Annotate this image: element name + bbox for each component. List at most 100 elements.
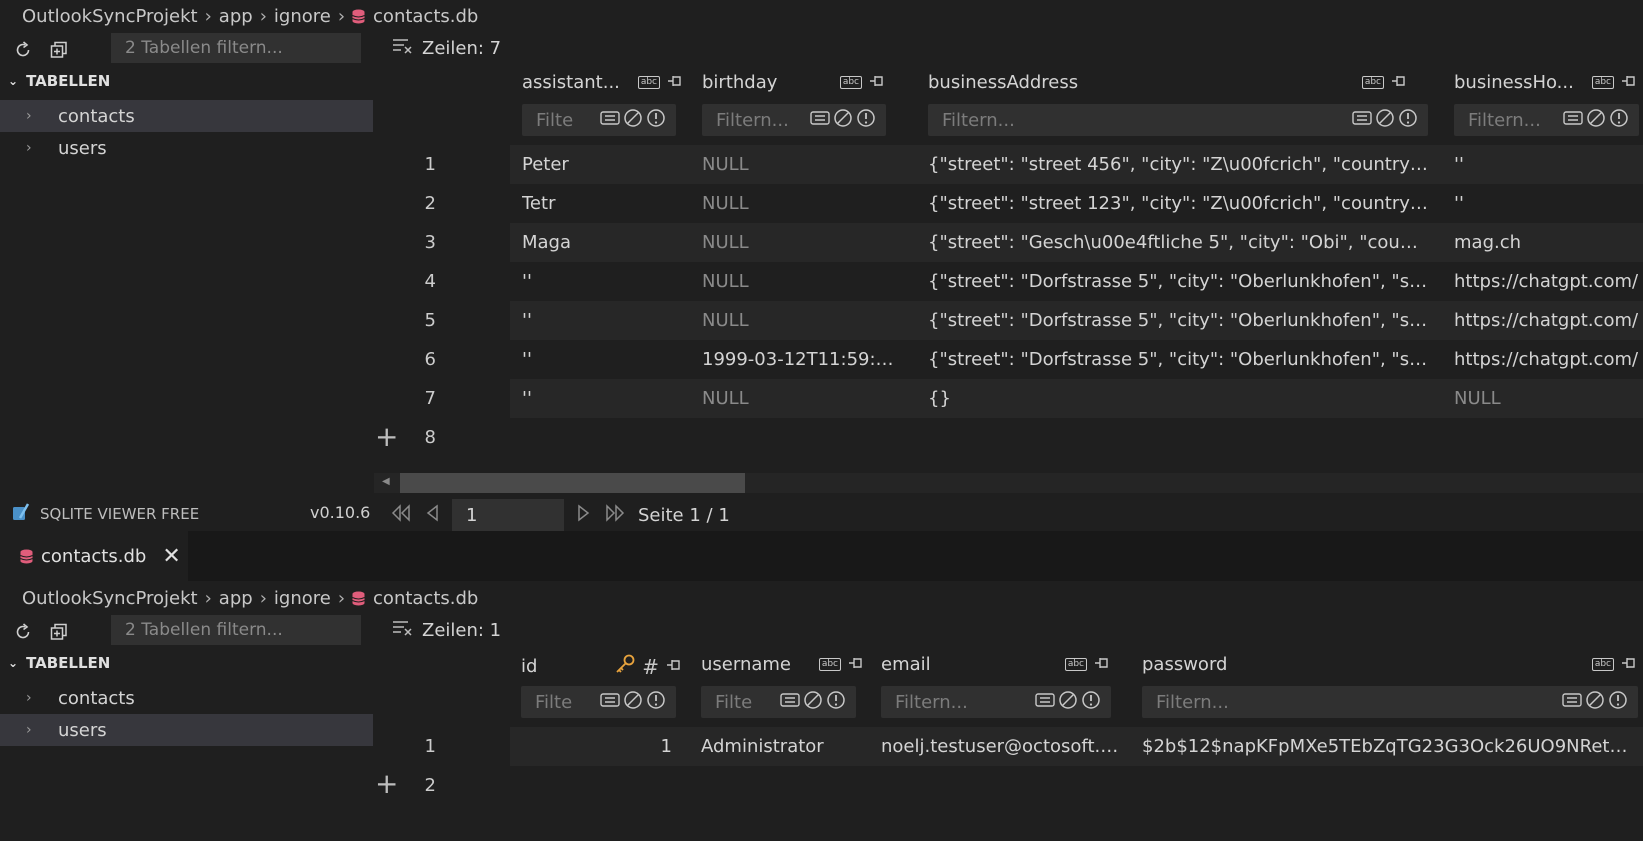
- tables-section-header[interactable]: ⌄ TABELLEN: [8, 654, 110, 672]
- info-icon[interactable]: [1081, 690, 1101, 715]
- previous-page-icon[interactable]: [424, 503, 440, 528]
- table-filter-input[interactable]: [111, 33, 361, 63]
- column-header[interactable]: assistant... abc: [522, 72, 684, 93]
- table-row[interactable]: 5 '' NULL {"street": "Dorfstrasse 5", "c…: [425, 301, 1643, 340]
- column-filter-input[interactable]: Filtern...: [881, 686, 1111, 718]
- table-cell[interactable]: {"street": "Dorfstrasse 5", "city": "Obe…: [928, 271, 1428, 292]
- text-mode-icon[interactable]: [600, 692, 620, 713]
- table-cell[interactable]: Tetr: [522, 193, 682, 214]
- breadcrumb-item[interactable]: ignore: [274, 6, 331, 27]
- column-filter-input[interactable]: Filtern...: [1454, 104, 1639, 136]
- null-filter-icon[interactable]: [803, 690, 823, 715]
- table-cell[interactable]: Peter: [522, 154, 682, 175]
- table-cell[interactable]: NULL: [702, 388, 902, 409]
- column-filter-input[interactable]: Filtern...: [928, 104, 1428, 136]
- table-cell[interactable]: '': [522, 388, 682, 409]
- table-cell[interactable]: https://chatgpt.com/: [1454, 271, 1639, 292]
- sidebar-item-contacts[interactable]: › contacts: [0, 100, 373, 132]
- table-row[interactable]: 1 1 Administrator noelj.testuser@octosof…: [425, 727, 1643, 766]
- column-header[interactable]: birthday abc: [702, 72, 886, 93]
- table-row[interactable]: 6 '' 1999-03-12T11:59:00Z {"street": "Do…: [425, 340, 1643, 379]
- table-cell[interactable]: 1999-03-12T11:59:00Z: [702, 349, 902, 370]
- breadcrumb-item[interactable]: app: [219, 6, 253, 27]
- info-icon[interactable]: [1608, 690, 1628, 715]
- table-cell[interactable]: Maga: [522, 232, 682, 253]
- pin-icon[interactable]: [1620, 72, 1638, 93]
- null-filter-icon[interactable]: [1375, 108, 1395, 133]
- table-row[interactable]: 7 '' NULL {} NULL: [425, 379, 1643, 418]
- new-row[interactable]: 8: [425, 418, 1643, 457]
- table-cell[interactable]: NULL: [702, 271, 902, 292]
- null-filter-icon[interactable]: [833, 108, 853, 133]
- table-cell[interactable]: https://chatgpt.com/: [1454, 349, 1639, 370]
- refresh-icon[interactable]: [12, 621, 34, 643]
- text-mode-icon[interactable]: [810, 110, 830, 131]
- column-header[interactable]: username abc: [701, 654, 865, 675]
- pin-icon[interactable]: [1620, 654, 1638, 675]
- text-mode-icon[interactable]: [1035, 692, 1055, 713]
- table-cell[interactable]: '': [522, 310, 682, 331]
- column-header[interactable]: businessHo... abc: [1454, 72, 1638, 93]
- table-cell[interactable]: mag.ch: [1454, 232, 1639, 253]
- null-filter-icon[interactable]: [1586, 108, 1606, 133]
- table-cell[interactable]: NULL: [702, 154, 902, 175]
- last-page-icon[interactable]: [604, 503, 626, 528]
- pin-icon[interactable]: [665, 656, 683, 677]
- text-mode-icon[interactable]: [1563, 110, 1583, 131]
- table-cell[interactable]: NULL: [1454, 388, 1639, 409]
- sidebar-item-users[interactable]: › users: [0, 132, 373, 164]
- page-input[interactable]: 1: [452, 499, 564, 531]
- table-cell[interactable]: {"street": "Dorfstrasse 5", "city": "Obe…: [928, 310, 1428, 331]
- table-cell[interactable]: '': [522, 271, 682, 292]
- first-page-icon[interactable]: [390, 503, 412, 528]
- table-row[interactable]: 3 Maga NULL {"street": "Gesch\u00e4ftlic…: [425, 223, 1643, 262]
- column-filter-input[interactable]: Filtern...: [1142, 686, 1638, 718]
- table-cell[interactable]: NULL: [702, 232, 902, 253]
- null-filter-icon[interactable]: [623, 690, 643, 715]
- table-cell[interactable]: https://chatgpt.com/: [1454, 310, 1639, 331]
- collapse-all-icon[interactable]: [48, 39, 70, 61]
- table-cell[interactable]: {"street": "Gesch\u00e4ftliche 5", "city…: [928, 232, 1428, 253]
- column-filter-input[interactable]: Filtern...: [702, 104, 886, 136]
- add-row-icon[interactable]: +: [375, 423, 398, 451]
- column-header[interactable]: email abc: [881, 654, 1111, 675]
- column-filter-input[interactable]: Filte: [701, 686, 856, 718]
- add-row-icon[interactable]: +: [375, 770, 398, 798]
- text-mode-icon[interactable]: [1562, 692, 1582, 713]
- table-cell[interactable]: NULL: [702, 310, 902, 331]
- table-cell[interactable]: {"street": "street 123", "city": "Z\u00f…: [928, 193, 1428, 214]
- info-icon[interactable]: [646, 690, 666, 715]
- clear-filter-icon[interactable]: [392, 619, 414, 642]
- table-cell[interactable]: {"street": "street 456", "city": "Z\u00f…: [928, 154, 1428, 175]
- sidebar-item-contacts[interactable]: › contacts: [0, 682, 373, 714]
- refresh-icon[interactable]: [12, 39, 34, 61]
- table-cell[interactable]: 1: [522, 736, 672, 757]
- breadcrumb-item[interactable]: OutlookSyncProjekt: [22, 588, 198, 609]
- table-row[interactable]: 2 Tetr NULL {"street": "street 123", "ci…: [425, 184, 1643, 223]
- pin-icon[interactable]: [868, 72, 886, 93]
- text-mode-icon[interactable]: [1352, 110, 1372, 131]
- scrollbar-thumb[interactable]: [400, 473, 745, 493]
- table-row[interactable]: 1 Peter NULL {"street": "street 456", "c…: [425, 145, 1643, 184]
- table-cell[interactable]: $2b$12$napKFpMXe5TEbZqTG23G3Ock26UO9NRet…: [1142, 736, 1638, 757]
- table-cell[interactable]: NULL: [702, 193, 902, 214]
- table-cell[interactable]: {"street": "Dorfstrasse 5", "city": "Obe…: [928, 349, 1428, 370]
- breadcrumb-item[interactable]: app: [219, 588, 253, 609]
- column-filter-input[interactable]: Filte: [521, 686, 676, 718]
- null-filter-icon[interactable]: [1585, 690, 1605, 715]
- collapse-all-icon[interactable]: [48, 621, 70, 643]
- scroll-left-icon[interactable]: ◀: [382, 476, 390, 487]
- table-filter-input[interactable]: [111, 615, 361, 645]
- breadcrumb-item[interactable]: contacts.db: [373, 588, 478, 609]
- table-cell[interactable]: Administrator: [701, 736, 861, 757]
- text-mode-icon[interactable]: [780, 692, 800, 713]
- breadcrumb-item[interactable]: ignore: [274, 588, 331, 609]
- table-cell[interactable]: '': [1454, 193, 1639, 214]
- table-cell[interactable]: noelj.testuser@octosoft.ch: [881, 736, 1121, 757]
- pin-icon[interactable]: [847, 654, 865, 675]
- sidebar-item-users[interactable]: › users: [0, 714, 373, 746]
- clear-filter-icon[interactable]: [392, 37, 414, 60]
- null-filter-icon[interactable]: [623, 108, 643, 133]
- editor-tab[interactable]: contacts.db ✕: [0, 531, 188, 581]
- breadcrumb-item[interactable]: OutlookSyncProjekt: [22, 6, 198, 27]
